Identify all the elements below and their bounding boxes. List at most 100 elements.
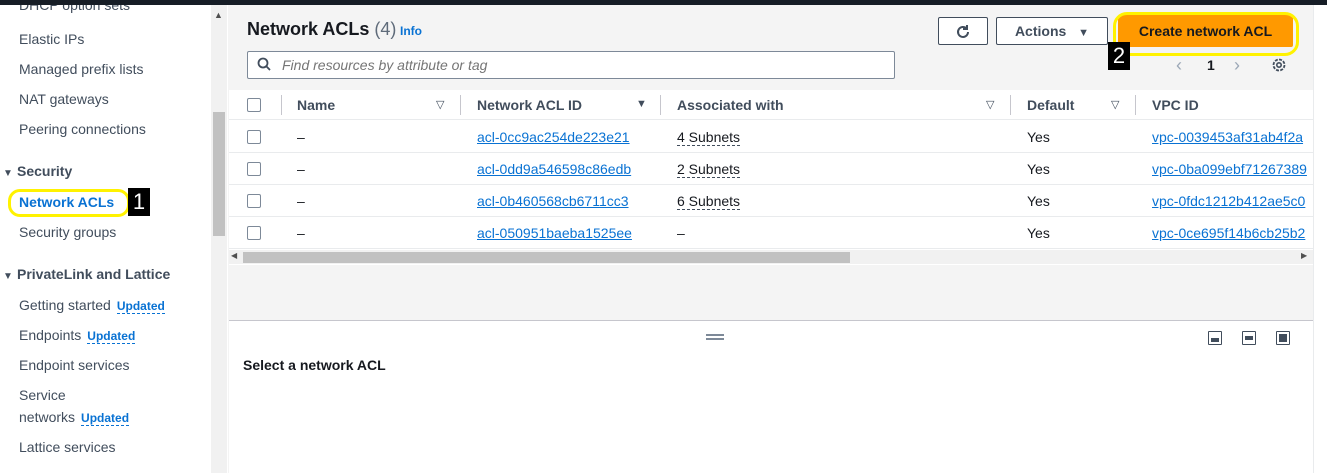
split-panel-title: Select a network ACL — [243, 357, 386, 373]
column-header-name[interactable]: Name — [297, 97, 335, 113]
caret-down-icon: ▼ — [3, 271, 13, 282]
sidebar-item-security-groups[interactable]: Security groups — [19, 224, 116, 240]
cell-default: Yes — [1027, 225, 1050, 241]
sidebar-scrollbar-thumb[interactable] — [213, 112, 225, 236]
sidebar-scrollbar[interactable] — [211, 5, 227, 473]
step-marker-1: 1 — [128, 188, 150, 216]
acl-id-link[interactable]: acl-0b460568cb6711cc3 — [477, 193, 629, 209]
updated-badge: Updated — [87, 329, 136, 344]
current-page-number[interactable]: 1 — [1207, 57, 1215, 73]
search-bar[interactable] — [247, 51, 895, 79]
vpc-id-link[interactable]: vpc-0039453af31ab4f2a — [1152, 129, 1313, 145]
cell-name: – — [297, 129, 305, 145]
next-page-icon[interactable]: › — [1234, 55, 1240, 76]
actions-dropdown-button[interactable]: Actions ▼ — [996, 17, 1108, 45]
sidebar-item-label: Service — [19, 387, 66, 403]
sidebar-item-elastic-ips[interactable]: Elastic IPs — [19, 31, 84, 47]
caret-down-icon: ▼ — [3, 168, 13, 179]
cell-name: – — [297, 193, 305, 209]
cell-default: Yes — [1027, 129, 1050, 145]
page-title: Network ACLs (4) — [247, 19, 396, 40]
sidebar-item-lattice-services[interactable]: Lattice services — [19, 439, 115, 455]
scroll-up-arrow-icon[interactable]: ▲ — [214, 10, 223, 20]
sort-caret-icon[interactable]: ▽ — [986, 98, 994, 111]
sidebar-section-security[interactable]: ▼ Security — [3, 163, 72, 179]
sort-caret-active-icon[interactable]: ▼ — [636, 98, 647, 110]
gear-icon[interactable] — [1270, 56, 1288, 74]
previous-page-icon[interactable]: ‹ — [1176, 55, 1182, 76]
sidebar-item-getting-started[interactable]: Getting started Updated — [19, 297, 165, 314]
updated-badge: Updated — [81, 411, 130, 426]
vpc-id-link[interactable]: vpc-0fdc1212b412ae5c0 — [1152, 193, 1313, 209]
page-title-text: Network ACLs — [247, 19, 370, 39]
sidebar-item-label: Getting started — [19, 297, 111, 313]
cell-name: – — [297, 225, 305, 241]
column-divider — [281, 95, 282, 115]
vpc-id-link[interactable]: vpc-0ce695f14b6cb25b2 — [1152, 225, 1313, 241]
column-header-associated-with[interactable]: Associated with — [677, 97, 784, 113]
updated-badge: Updated — [116, 299, 165, 314]
sidebar-item-label: networks — [19, 409, 76, 425]
associated-subnets[interactable]: 4 Subnets — [677, 129, 741, 146]
acl-id-link[interactable]: acl-050951baeba1525ee — [477, 225, 632, 241]
search-input[interactable] — [280, 56, 880, 74]
scroll-right-arrow-icon[interactable]: ▶ — [1301, 251, 1307, 260]
sidebar-item-managed-prefix-lists[interactable]: Managed prefix lists — [19, 61, 144, 77]
highlight-oval-create-button — [1113, 12, 1299, 56]
row-checkbox[interactable] — [247, 162, 261, 176]
column-divider[interactable] — [460, 95, 461, 115]
cell-default: Yes — [1027, 161, 1050, 177]
search-icon — [257, 57, 271, 71]
section-label: Security — [17, 163, 73, 179]
associated-subnets[interactable]: 6 Subnets — [677, 193, 741, 210]
associated-subnets: – — [677, 225, 685, 241]
associated-subnets[interactable]: 2 Subnets — [677, 161, 741, 178]
row-checkbox[interactable] — [247, 194, 261, 208]
sidebar-item-peering-connections[interactable]: Peering connections — [19, 121, 146, 137]
right-tools-panel — [1313, 5, 1327, 473]
caret-down-icon: ▼ — [1078, 27, 1090, 39]
sidebar-item-endpoint-services[interactable]: Endpoint services — [19, 357, 130, 373]
cell-default: Yes — [1027, 193, 1050, 209]
sidebar-item-nat-gateways[interactable]: NAT gateways — [19, 91, 109, 107]
panel-position-side-icon[interactable] — [1242, 331, 1256, 345]
sidebar-item-dhcp-option-sets[interactable]: DHCP option sets — [19, 5, 130, 13]
table-horizontal-scrollbar-thumb[interactable] — [243, 252, 850, 263]
column-header-network-acl-id[interactable]: Network ACL ID — [477, 97, 582, 113]
panel-position-bottom-icon[interactable] — [1208, 331, 1222, 345]
sidebar-item-label: Endpoints — [19, 327, 82, 343]
info-link[interactable]: Info — [400, 24, 422, 38]
refresh-button[interactable] — [938, 17, 988, 45]
resource-count: (4) — [374, 19, 397, 39]
sidebar-navigation: DHCP option sets Elastic IPs Managed pre… — [0, 5, 211, 473]
sidebar-item-endpoints[interactable]: Endpoints Updated — [19, 327, 136, 344]
vpc-id-link[interactable]: vpc-0ba099ebf71267389 — [1152, 161, 1313, 177]
resize-handle-icon[interactable] — [706, 334, 724, 340]
select-all-checkbox[interactable] — [247, 98, 261, 112]
sidebar-item-service-networks[interactable]: Service networks Updated — [19, 387, 130, 426]
step-marker-2: 2 — [1108, 42, 1130, 70]
column-header-default[interactable]: Default — [1027, 97, 1074, 113]
row-checkbox[interactable] — [247, 226, 261, 240]
sidebar-section-privatelink[interactable]: ▼ PrivateLink and Lattice — [3, 266, 170, 282]
section-label: PrivateLink and Lattice — [17, 266, 171, 282]
sort-caret-icon[interactable]: ▽ — [1111, 98, 1119, 111]
column-header-vpc-id[interactable]: VPC ID — [1152, 97, 1199, 113]
actions-label: Actions — [1014, 23, 1067, 39]
column-divider[interactable] — [1010, 95, 1011, 115]
table-row[interactable] — [229, 185, 1313, 217]
sort-caret-icon[interactable]: ▽ — [436, 98, 444, 111]
table-row[interactable] — [229, 121, 1313, 153]
table-row[interactable] — [229, 153, 1313, 185]
table-row[interactable] — [229, 217, 1313, 249]
scroll-left-arrow-icon[interactable]: ◀ — [231, 251, 237, 260]
column-divider[interactable] — [660, 95, 661, 115]
acl-id-link[interactable]: acl-0cc9ac254de223e21 — [477, 129, 630, 145]
panel-position-full-icon[interactable] — [1276, 331, 1290, 345]
cell-name: – — [297, 161, 305, 177]
acl-id-link[interactable]: acl-0dd9a546598c86edb — [477, 161, 631, 177]
refresh-icon — [957, 25, 969, 39]
highlight-oval-network-acls — [8, 189, 130, 217]
column-divider[interactable] — [1135, 95, 1136, 115]
row-checkbox[interactable] — [247, 130, 261, 144]
